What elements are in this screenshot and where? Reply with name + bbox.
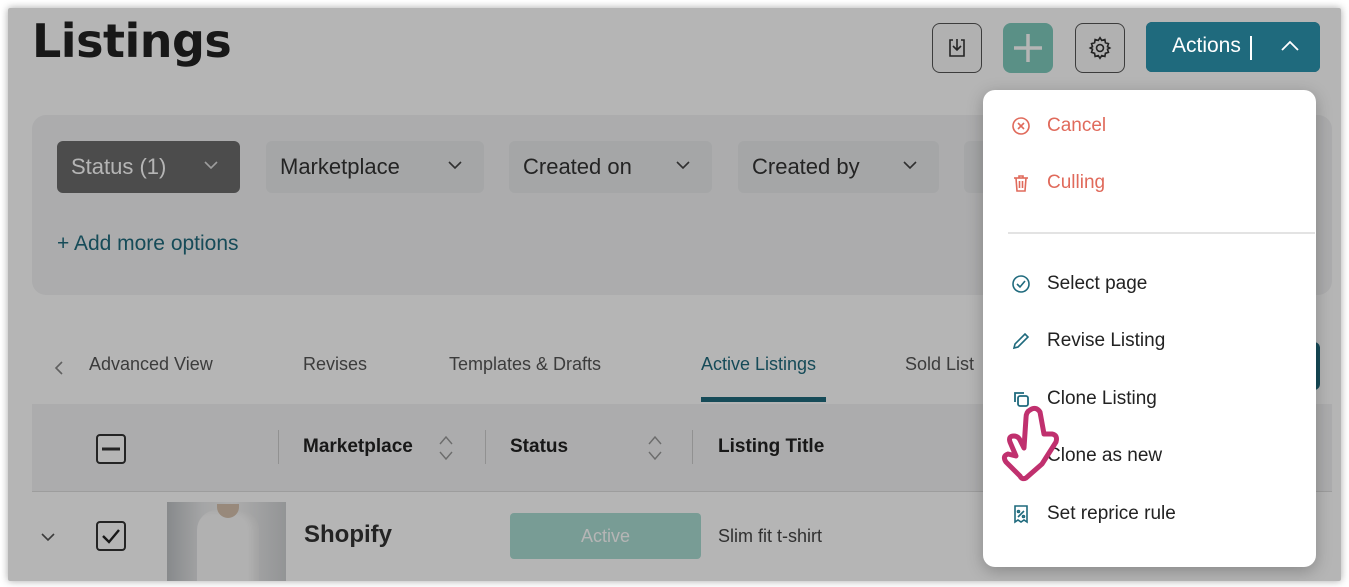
menu-item-culling[interactable]: Culling: [1009, 171, 1105, 195]
chevron-up-icon: [1281, 40, 1299, 51]
menu-item-label: Revise Listing: [1047, 330, 1166, 351]
menu-item-label: Clone as new: [1047, 445, 1163, 466]
trash-icon: [1014, 175, 1028, 192]
menu-item-label: Clone Listing: [1047, 388, 1157, 409]
pencil-icon: [1012, 332, 1030, 350]
menu-divider: [1008, 232, 1315, 234]
actions-menu: Cancel Culling Select page Revise Listin…: [983, 90, 1316, 567]
cancel-circle-icon: [1012, 117, 1030, 135]
text-caret: [1250, 36, 1252, 60]
hand-cursor-icon: [1001, 405, 1059, 482]
menu-item-label: Culling: [1047, 172, 1106, 193]
actions-dropdown-button-focused[interactable]: Actions: [1146, 22, 1320, 72]
menu-item-cancel[interactable]: Cancel: [1009, 114, 1106, 138]
menu-item-label: Set reprice rule: [1047, 503, 1176, 524]
menu-item-label: Cancel: [1047, 115, 1107, 136]
check-circle-icon: [1012, 275, 1030, 293]
menu-item-set-reprice-rule[interactable]: Set reprice rule: [1009, 502, 1176, 526]
menu-item-label: Select page: [1047, 273, 1148, 294]
app-window: Listings Actions Status (1): [8, 8, 1341, 581]
reprice-icon: [1014, 505, 1028, 524]
menu-item-revise-listing[interactable]: Revise Listing: [1009, 329, 1165, 353]
actions-label: Actions: [1172, 34, 1241, 57]
menu-item-select-page[interactable]: Select page: [1009, 272, 1147, 296]
